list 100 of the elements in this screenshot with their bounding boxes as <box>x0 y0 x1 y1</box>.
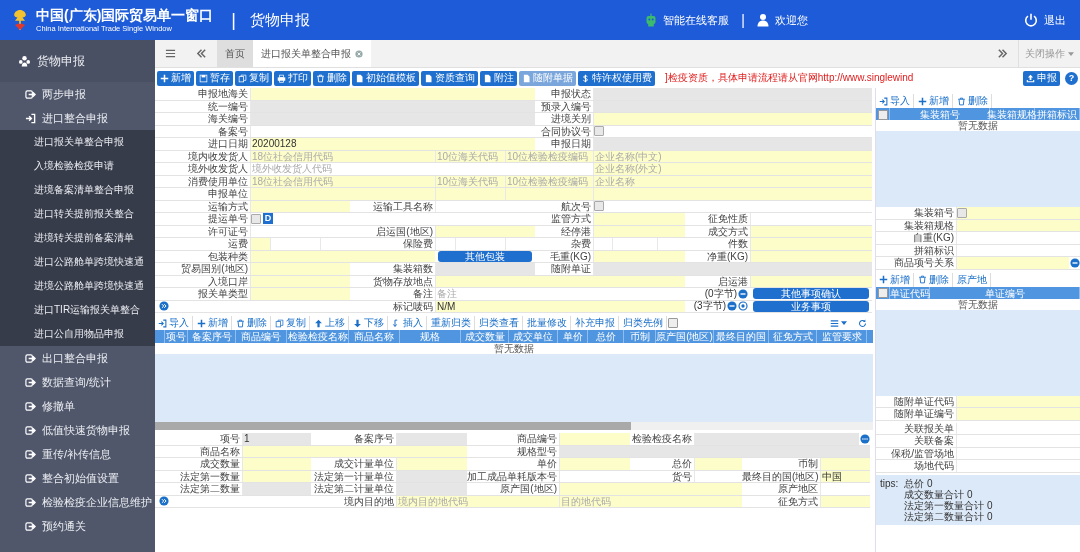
caret-icon <box>1068 51 1074 56</box>
document-icon <box>522 73 531 83</box>
sidebar-item[interactable]: 重传/补传信息 <box>0 442 155 466</box>
robot-icon[interactable] <box>645 13 658 27</box>
import-icon <box>158 318 167 328</box>
save-icon <box>199 73 208 83</box>
sidebar-item[interactable]: 预约通关 <box>0 514 155 538</box>
input-field[interactable] <box>956 207 1080 219</box>
sidebar-item[interactable]: 出口整合申报 <box>0 346 155 370</box>
input-field[interactable] <box>694 458 742 470</box>
tips-line: 法定第二数量合计 0 <box>904 510 993 522</box>
input-field[interactable] <box>505 188 593 200</box>
toolbar-button[interactable]: 初始值模板 <box>352 70 419 86</box>
toolbar-button[interactable]: 打印 <box>274 70 311 86</box>
input-field[interactable] <box>559 483 742 495</box>
group-icon <box>18 55 31 67</box>
toolbar-button[interactable]: 删除 <box>313 70 350 86</box>
expand-icon[interactable] <box>159 301 169 312</box>
target-icon[interactable] <box>738 301 748 312</box>
select-all-checkbox[interactable] <box>877 288 888 298</box>
sidebar-subitem[interactable]: 入境检验检疫申请 <box>0 154 155 178</box>
sidebar-item[interactable]: 数据查询/统计 <box>0 370 155 394</box>
sidebar-subitem[interactable]: 进境公路舱单跨境快速通 <box>0 274 155 298</box>
close-operations-dropdown[interactable]: 关闭操作 <box>1018 40 1080 67</box>
close-icon[interactable] <box>355 49 363 58</box>
input-field[interactable] <box>250 288 350 300</box>
submit-button[interactable]: 申报 <box>1023 70 1060 86</box>
upload-icon <box>1026 73 1035 83</box>
input-field[interactable] <box>956 257 1069 269</box>
checkbox[interactable] <box>957 207 967 218</box>
input-field[interactable] <box>250 188 435 200</box>
input-field[interactable] <box>250 238 270 250</box>
document-icon <box>424 73 433 83</box>
input-field[interactable] <box>250 88 535 100</box>
sidebar-subitem[interactable]: 进境转关提前备案清单 <box>0 226 155 250</box>
double-chevron-right-icon[interactable] <box>997 48 1008 59</box>
toolbar-button[interactable]: 新增 <box>157 70 194 86</box>
toolbar-button[interactable]: 特许权使用费 <box>578 70 655 86</box>
input-field[interactable] <box>250 263 350 275</box>
minus-icon[interactable] <box>1070 257 1080 268</box>
sidebar-subitem[interactable]: 进口转关提前报关整合 <box>0 202 155 226</box>
input-field[interactable]: 20200128 <box>250 138 535 150</box>
input-field[interactable] <box>593 188 872 200</box>
scrollbar[interactable] <box>155 422 631 430</box>
arrow-icon <box>25 520 36 532</box>
toolbar-button[interactable]: 资质查询 <box>421 70 478 86</box>
sidebar-subitem[interactable]: 进口报关单整合申报 <box>0 130 155 154</box>
tab[interactable]: 首页 <box>217 40 253 67</box>
sidebar-item[interactable]: 整合初始值设置 <box>0 466 155 490</box>
checkbox[interactable] <box>594 126 604 137</box>
sidebar-subitem[interactable]: 进口TIR运输报关单整合 <box>0 298 155 322</box>
refresh-icon[interactable] <box>858 318 867 328</box>
toolbar-button[interactable]: 暂存 <box>196 70 233 86</box>
action-button[interactable]: 业务事项 <box>753 300 869 312</box>
copy-icon <box>238 73 247 83</box>
checkbox[interactable] <box>668 318 678 328</box>
input-field[interactable] <box>956 408 1080 420</box>
sidebar-subitem[interactable]: 进境备案清单整合申报 <box>0 178 155 202</box>
toolbar-button[interactable]: 附注 <box>480 70 517 86</box>
toolbar-button[interactable]: 原产地 <box>954 272 991 287</box>
help-button[interactable]: ? <box>1065 71 1078 85</box>
input-field[interactable] <box>750 238 872 250</box>
sidebar-item[interactable]: 检验检疫企业信息维护 <box>0 490 155 514</box>
double-chevron-left-icon[interactable] <box>196 48 207 59</box>
lookup-button[interactable]: D <box>263 213 273 225</box>
sidebar-subitem[interactable]: 进口公自用物品申报 <box>0 322 155 346</box>
column-menu-button[interactable] <box>830 318 847 328</box>
select-all-checkbox[interactable] <box>877 109 888 120</box>
checkbox[interactable] <box>251 213 261 224</box>
action-button[interactable]: 其他事项确认 <box>753 288 869 300</box>
module-title: 货物申报 <box>250 10 310 30</box>
document-icon <box>483 73 492 83</box>
sidebar-item[interactable]: 两步申报 <box>0 82 155 106</box>
input-field[interactable] <box>559 433 630 445</box>
input-field[interactable] <box>593 213 685 225</box>
plus-icon <box>160 73 169 83</box>
input-field[interactable] <box>820 458 870 470</box>
sidebar-item[interactable]: 进口整合申报 <box>0 106 155 130</box>
support-link[interactable]: 智能在线客服 <box>663 12 730 28</box>
action-button[interactable]: 其他包装 <box>438 250 532 262</box>
toolbar-button[interactable]: 复制 <box>235 70 272 86</box>
sidebar-subitem[interactable]: 进口公路舱单跨境快速通 <box>0 250 155 274</box>
minus-icon[interactable] <box>738 288 748 299</box>
power-icon[interactable] <box>1024 13 1038 27</box>
tips-line: 成交数量合计 0 <box>904 488 974 500</box>
tab[interactable]: 进口报关单整合申报 <box>253 40 371 67</box>
input-field[interactable] <box>435 188 505 200</box>
input-field[interactable] <box>593 113 872 125</box>
input-field[interactable] <box>559 458 630 470</box>
input-field[interactable] <box>242 458 311 470</box>
menu-icon[interactable] <box>165 48 176 59</box>
expand-icon[interactable] <box>159 496 169 507</box>
input-field[interactable] <box>396 458 467 470</box>
toolbar-button[interactable]: 新增 <box>876 272 914 287</box>
sidebar-item[interactable]: 低值快速货物申报 <box>0 418 155 442</box>
checkbox[interactable] <box>594 201 604 212</box>
sidebar-item[interactable]: 修撤单 <box>0 394 155 418</box>
logout-link[interactable]: 退出 <box>1044 12 1066 28</box>
minus-icon[interactable] <box>727 301 737 312</box>
toolbar-button[interactable]: 删除 <box>915 272 953 287</box>
